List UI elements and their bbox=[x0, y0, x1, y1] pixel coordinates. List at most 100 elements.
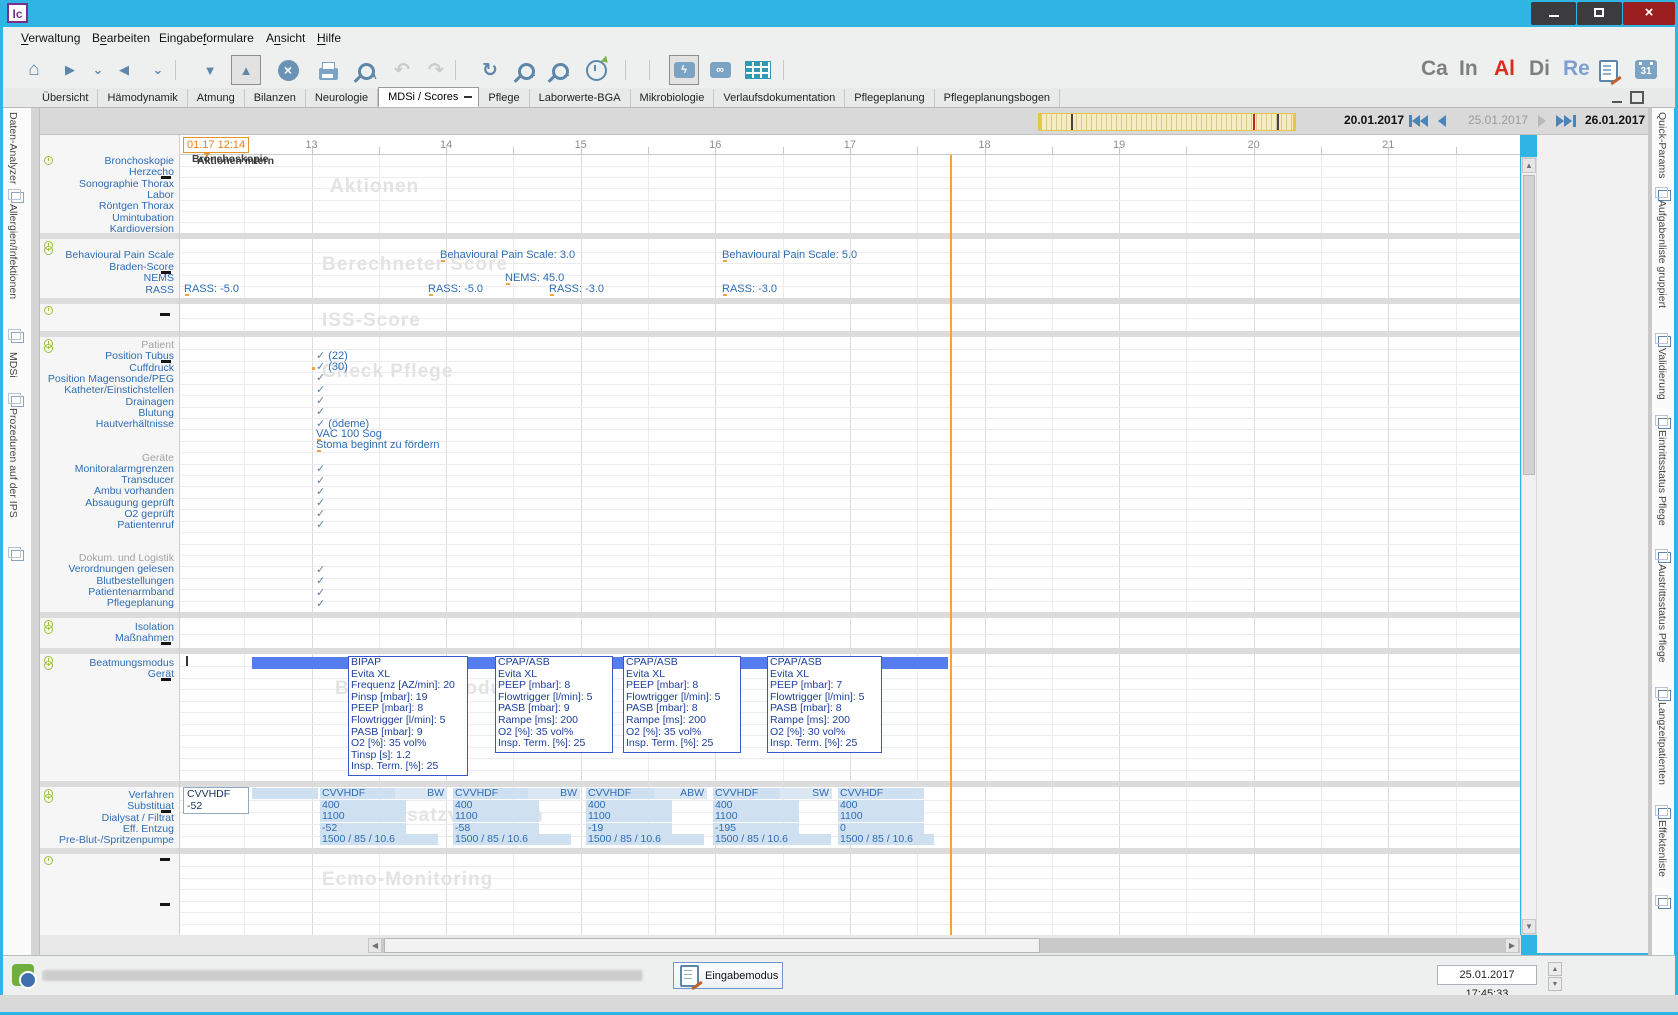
tab-atmung[interactable]: Atmung bbox=[188, 89, 245, 107]
tab-pflegeplanungsbogen[interactable]: Pflegeplanungsbogen bbox=[935, 89, 1060, 107]
row-label-behavioural-pain-scale[interactable]: Behavioural Pain Scale bbox=[65, 249, 174, 261]
renal-method-box[interactable]: CVVHDF-52 bbox=[183, 787, 249, 814]
panel-icon[interactable] bbox=[11, 192, 24, 203]
panel-icon[interactable] bbox=[11, 332, 24, 343]
timeline-grid[interactable]: 131415161718192021BronchoskopieAktionen … bbox=[180, 135, 1520, 938]
renal-mode-cell[interactable]: BW bbox=[395, 788, 447, 799]
row-label-ambu-vorhanden[interactable]: Ambu vorhanden bbox=[94, 485, 174, 497]
print-icon[interactable] bbox=[313, 55, 343, 85]
right-tab-validierung[interactable]: Validierung bbox=[1656, 348, 1668, 400]
input-mode-button[interactable]: Eingabemodus bbox=[673, 962, 783, 989]
forward-icon[interactable]: ▶ bbox=[55, 55, 85, 85]
ventilation-settings-box[interactable]: CPAP/ASBEvita XLPEEP [mbar]: 8Flowtrigge… bbox=[623, 656, 741, 753]
panel-icon[interactable] bbox=[1658, 808, 1671, 819]
menu-hilfe[interactable]: Hilfe bbox=[317, 31, 341, 45]
row-label-katheter-einstichstellen[interactable]: Katheter/Einstichstellen bbox=[64, 384, 174, 396]
ventilation-settings-box[interactable]: BIPAPEvita XLFrequenz [AZ/min]: 20Pinsp … bbox=[348, 656, 468, 776]
quick-button-in[interactable]: In bbox=[1459, 57, 1478, 81]
right-tab-aufgabenliste-gruppiert[interactable]: Aufgabenliste gruppiert bbox=[1656, 200, 1668, 308]
panel-icon[interactable] bbox=[11, 550, 24, 561]
renal-entzug-cell[interactable]: 0 bbox=[838, 823, 924, 834]
row-label-patientenruf[interactable]: Patientenruf bbox=[117, 519, 174, 531]
next-day-icon[interactable] bbox=[1538, 115, 1546, 127]
collapse-dash[interactable] bbox=[161, 271, 171, 274]
menu-eingabeformulare[interactable]: Eingabeformulare bbox=[159, 31, 254, 45]
menu-verwaltung[interactable]: Verwaltung bbox=[21, 31, 80, 45]
skip-to-start-icon[interactable] bbox=[1420, 115, 1428, 127]
right-tab-austrittsstatus-pflege[interactable]: Austrittsstatus Pflege bbox=[1656, 564, 1668, 663]
tab-hämodynamik[interactable]: Hämodynamik bbox=[98, 89, 187, 107]
table-grid-icon[interactable] bbox=[743, 55, 773, 85]
renal-dialysat-cell[interactable]: 1100 bbox=[838, 811, 924, 822]
row-label-pflegeplanung[interactable]: Pflegeplanung bbox=[107, 597, 174, 609]
row-label-verordnungen-gelesen[interactable]: Verordnungen gelesen bbox=[68, 563, 174, 575]
vertical-scroll-thumb[interactable] bbox=[1523, 175, 1535, 475]
renal-dialysat-cell[interactable]: 1100 bbox=[453, 811, 539, 822]
history-clock-icon[interactable] bbox=[581, 55, 611, 85]
horizontal-scrollbar[interactable]: ◀ ▶ bbox=[368, 938, 1520, 953]
collapse-dash[interactable] bbox=[161, 642, 171, 645]
renal-method-cell[interactable]: CVVHDF bbox=[453, 788, 539, 799]
window-flash-icon[interactable]: ϟ bbox=[669, 55, 699, 85]
pane-restore-icon[interactable] bbox=[1630, 91, 1644, 104]
tab-laborwerte-bga[interactable]: Laborwerte-BGA bbox=[530, 89, 631, 107]
quick-button-re[interactable]: Re bbox=[1563, 57, 1590, 81]
renal-substituat-cell[interactable]: 400 bbox=[453, 800, 539, 811]
renal-pump-cell[interactable]: 1500 / 85 / 10.6 bbox=[838, 834, 934, 845]
collapse-dash[interactable] bbox=[161, 810, 171, 813]
renal-substituat-cell[interactable]: 400 bbox=[838, 800, 924, 811]
tab-bilanzen[interactable]: Bilanzen bbox=[245, 89, 306, 107]
renal-mode-cell[interactable]: ABW bbox=[655, 788, 707, 799]
data-entry[interactable]: RASS: -5.0 bbox=[184, 283, 239, 295]
renal-method-cell[interactable]: CVVHDF bbox=[838, 788, 924, 799]
scroll-right-button[interactable]: ▶ bbox=[1505, 938, 1519, 953]
collapse-dash[interactable] bbox=[161, 360, 171, 363]
renal-dialysat-cell[interactable]: 1100 bbox=[713, 811, 799, 822]
panel-icon[interactable] bbox=[1658, 418, 1671, 429]
tab-pflege[interactable]: Pflege bbox=[479, 89, 529, 107]
renal-entzug-cell[interactable]: -58 bbox=[453, 823, 539, 834]
right-tab-effektenliste[interactable]: Effektenliste bbox=[1656, 820, 1668, 877]
quick-button-di[interactable]: Di bbox=[1529, 57, 1550, 81]
skip-to-start-icon[interactable] bbox=[1412, 115, 1420, 127]
data-entry[interactable]: RASS: -3.0 bbox=[722, 283, 777, 295]
renal-substituat-cell[interactable]: 400 bbox=[713, 800, 799, 811]
scroll-down-button[interactable]: ▼ bbox=[1522, 919, 1536, 934]
data-entry[interactable]: Behavioural Pain Scale: 5.0 bbox=[722, 249, 857, 261]
prev-day-icon[interactable] bbox=[1438, 115, 1446, 127]
right-tab-quick-params[interactable]: Quick-Params bbox=[1656, 112, 1668, 179]
row-label-röntgen-thorax[interactable]: Röntgen Thorax bbox=[99, 200, 174, 212]
renal-entzug-cell[interactable]: -52 bbox=[320, 823, 406, 834]
renal-dialysat-cell[interactable]: 1100 bbox=[320, 811, 406, 822]
refresh-icon[interactable]: ↻ bbox=[475, 55, 505, 85]
panel-icon[interactable] bbox=[11, 396, 24, 407]
time-cursor-line[interactable] bbox=[950, 155, 952, 935]
left-tab-allergien-infektionen[interactable]: Allergien/Infektionen bbox=[7, 204, 19, 299]
renal-pump-cell[interactable]: 1500 / 85 / 10.6 bbox=[453, 834, 571, 845]
right-tab-langzeitpatienten[interactable]: Langzeitpatienten bbox=[1656, 702, 1668, 785]
collapse-dash[interactable] bbox=[160, 313, 170, 316]
collapse-dash[interactable] bbox=[161, 678, 171, 681]
scroll-up-button[interactable]: ▲ bbox=[1522, 158, 1536, 173]
renal-method-cell[interactable]: CVVHDF bbox=[320, 788, 406, 799]
data-entry[interactable]: Behavioural Pain Scale: 3.0 bbox=[440, 249, 575, 261]
renal-mode-cell[interactable]: BW bbox=[528, 788, 580, 799]
skip-to-end-icon[interactable] bbox=[1564, 115, 1572, 127]
close-button[interactable]: × bbox=[1623, 2, 1675, 25]
data-entry[interactable]: RASS: -3.0 bbox=[549, 283, 604, 295]
menu-bearbeiten[interactable]: Bearbeiten bbox=[92, 31, 150, 45]
menu-ansicht[interactable]: Ansicht bbox=[266, 31, 305, 45]
window-link-icon[interactable]: ∞ bbox=[705, 55, 735, 85]
status-scroll-down[interactable]: ▼ bbox=[1548, 977, 1562, 991]
scroll-left-button[interactable]: ◀ bbox=[368, 938, 382, 953]
status-scroll-up[interactable]: ▲ bbox=[1548, 962, 1562, 976]
panel-icon[interactable] bbox=[1658, 336, 1671, 347]
scroll-down-icon[interactable]: ▼ bbox=[195, 55, 225, 85]
data-entry[interactable]: Stoma beginnt zu fördern bbox=[316, 439, 440, 451]
check-entry[interactable]: ✓ bbox=[316, 518, 325, 531]
collapse-dash[interactable] bbox=[160, 858, 170, 861]
minimize-button[interactable] bbox=[1531, 2, 1576, 25]
renal-substituat-cell[interactable]: 400 bbox=[586, 800, 672, 811]
left-tab-daten-analyzer[interactable]: Daten-Analyzer bbox=[7, 112, 19, 184]
renal-dialysat-cell[interactable]: 1100 bbox=[586, 811, 672, 822]
